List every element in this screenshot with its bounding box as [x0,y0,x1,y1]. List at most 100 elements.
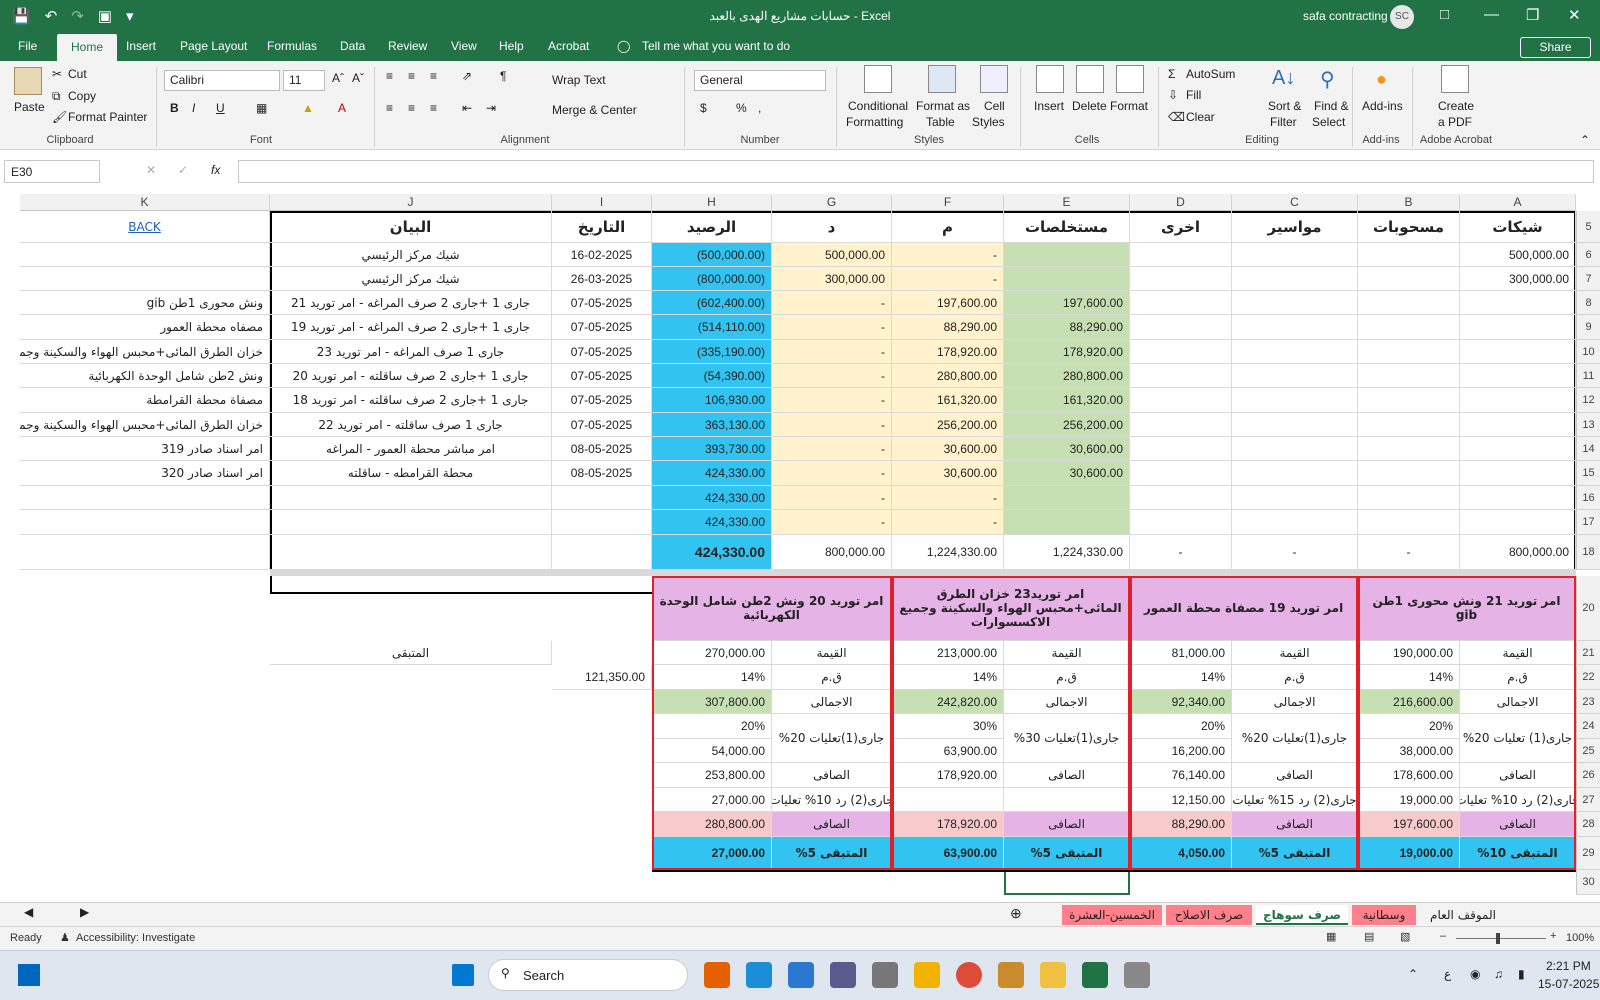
zoom-out-icon[interactable]: – [1440,930,1446,942]
header-J[interactable]: البيان [270,211,552,243]
tab-review[interactable]: Review [388,39,427,53]
ledger-balance[interactable]: 424,330.00 [652,486,772,510]
ledger-credit[interactable]: 88,290.00 [892,315,1004,340]
ledger-balance[interactable]: 393,730.00 [652,437,772,461]
ledger-credit[interactable]: 280,800.00 [892,364,1004,388]
column-header-B[interactable]: B [1358,194,1460,211]
order-value[interactable]: 81,000.00 [1130,641,1232,665]
totals-empty[interactable] [20,535,270,570]
font-color-icon[interactable]: A [338,101,346,115]
tab-insert[interactable]: Insert [126,39,156,53]
ledger-note[interactable] [20,486,270,510]
order-net2-label[interactable]: الصافى [1232,812,1358,837]
ledger-description[interactable]: امر مباشر محطة العمور - المراغه [270,437,552,461]
insert-cells-button[interactable]: Insert [1034,99,1064,113]
total-D[interactable]: - [1130,535,1232,570]
paste-button[interactable]: Paste [14,100,45,114]
ledger-date[interactable]: 07-05-2025 [552,413,652,437]
ledger-other[interactable] [1130,340,1232,364]
row-header-30[interactable]: 30 [1576,870,1600,895]
ledger-description[interactable]: جارى 1 صرف ساقلته - امر توريد 22 [270,413,552,437]
ledger-extract[interactable]: 161,320.00 [1004,388,1130,413]
order-value[interactable]: 270,000.00 [652,641,772,665]
ledger-debit[interactable]: - [772,413,892,437]
order-remaining-label[interactable]: المتبقى 5% [1004,837,1130,870]
ledger-description[interactable] [270,510,552,535]
ledger-checks[interactable] [1460,364,1576,388]
insert-function-icon[interactable]: fx [211,163,220,177]
header-H[interactable]: الرصيد [652,211,772,243]
page-layout-view-icon[interactable]: ▤ [1364,930,1374,943]
align-center-icon[interactable]: ≡ [408,101,415,115]
order-vat-label[interactable]: ق.م [1232,665,1358,690]
header-A[interactable]: شيكات [1460,211,1576,243]
app-icon[interactable] [1124,962,1150,988]
row-header-23[interactable]: 23 [1576,690,1600,714]
ledger-balance[interactable]: 363,130.00 [652,413,772,437]
underline-icon[interactable]: U [216,101,225,115]
conditional-formatting-button[interactable]: Conditional [848,99,908,113]
format-cells-button[interactable]: Format [1110,99,1148,113]
decrease-indent-icon[interactable]: ⇤ [462,101,472,115]
header-F[interactable]: م [892,211,1004,243]
row-header-10[interactable]: 10 [1576,340,1600,364]
zoom-level[interactable]: 100% [1566,932,1594,944]
ledger-balance[interactable]: (800,000.00) [652,267,772,291]
total-A[interactable]: 800,000.00 [1460,535,1576,570]
fill-button[interactable]: Fill [1186,88,1201,102]
ledger-credit[interactable]: 197,600.00 [892,291,1004,315]
row-header-11[interactable]: 11 [1576,364,1600,388]
ledger-checks[interactable] [1460,291,1576,315]
order-value[interactable]: 213,000.00 [892,641,1004,665]
align-left-icon[interactable]: ≡ [386,101,393,115]
fill-icon[interactable]: ⇩ [1168,88,1178,102]
order-current1-label[interactable]: جارى(1) تعليات 20% [1460,714,1576,763]
ledger-extract[interactable]: 30,600.00 [1004,437,1130,461]
ledger-debit[interactable]: - [772,364,892,388]
column-header-H[interactable]: H [652,194,772,211]
insert-cells-icon[interactable] [1036,65,1064,93]
ledger-balance[interactable]: (54,390.00) [652,364,772,388]
column-header-K[interactable]: K [20,194,270,211]
ledger-date[interactable] [552,486,652,510]
column-header-F[interactable]: F [892,194,1004,211]
ledger-note[interactable]: امر اسناد صادر 320 [20,461,270,486]
align-top-icon[interactable]: ≡ [386,69,393,83]
accessibility-icon[interactable]: ♟ [60,931,70,944]
order-current1-pct[interactable]: 20% [1358,714,1460,739]
percent-icon[interactable]: % [736,101,747,115]
merge-center-button[interactable]: Merge & Center [552,103,637,117]
row-header-14[interactable]: 14 [1576,437,1600,461]
rtl-icon[interactable]: ¶ [500,69,506,83]
order-current2-label[interactable]: جارى(2) رد 10% تعليات [1460,788,1576,812]
order-vat[interactable]: 14% [1130,665,1232,690]
order-net-label[interactable]: الصافى [1232,763,1358,788]
row-header-5[interactable]: 5 [1576,211,1600,243]
order-current1-amount[interactable]: 54,000.00 [652,739,772,763]
order-title[interactable]: امر توريد23 خزان الطرق المائى+محبس الهوا… [892,576,1130,641]
start-icon[interactable] [452,964,474,986]
ledger-credit[interactable]: 178,920.00 [892,340,1004,364]
ledger-credit[interactable]: - [892,267,1004,291]
order-value[interactable]: 190,000.00 [1358,641,1460,665]
ledger-date[interactable]: 08-05-2025 [552,437,652,461]
ledger-checks[interactable]: 300,000.00 [1460,267,1576,291]
orientation-icon[interactable]: ⇗ [462,69,472,83]
ledger-pipes[interactable] [1232,486,1358,510]
ledger-withdrawals[interactable] [1358,461,1460,486]
order-current1-pct[interactable]: 30% [892,714,1004,739]
remaining-label[interactable]: المتبقى [270,641,552,665]
sheet-tab-0[interactable]: الموقف العام [1420,905,1506,925]
share-button[interactable]: Share [1520,37,1591,58]
comma-icon[interactable]: , [758,101,761,115]
order-current1-label[interactable]: جارى(1)تعليات 20% [772,714,892,763]
ledger-checks[interactable] [1460,510,1576,535]
ledger-description[interactable]: جارى 1 +جارى 2 صرف ساقلته - امر توريد 20 [270,364,552,388]
row-header-29[interactable]: 29 [1576,837,1600,870]
ledger-date[interactable]: 07-05-2025 [552,388,652,413]
ledger-other[interactable] [1130,291,1232,315]
tab-formulas[interactable]: Formulas [267,39,317,53]
ledger-withdrawals[interactable] [1358,437,1460,461]
order-remaining[interactable]: 4,050.00 [1130,837,1232,870]
tab-home[interactable]: Home [57,34,118,61]
